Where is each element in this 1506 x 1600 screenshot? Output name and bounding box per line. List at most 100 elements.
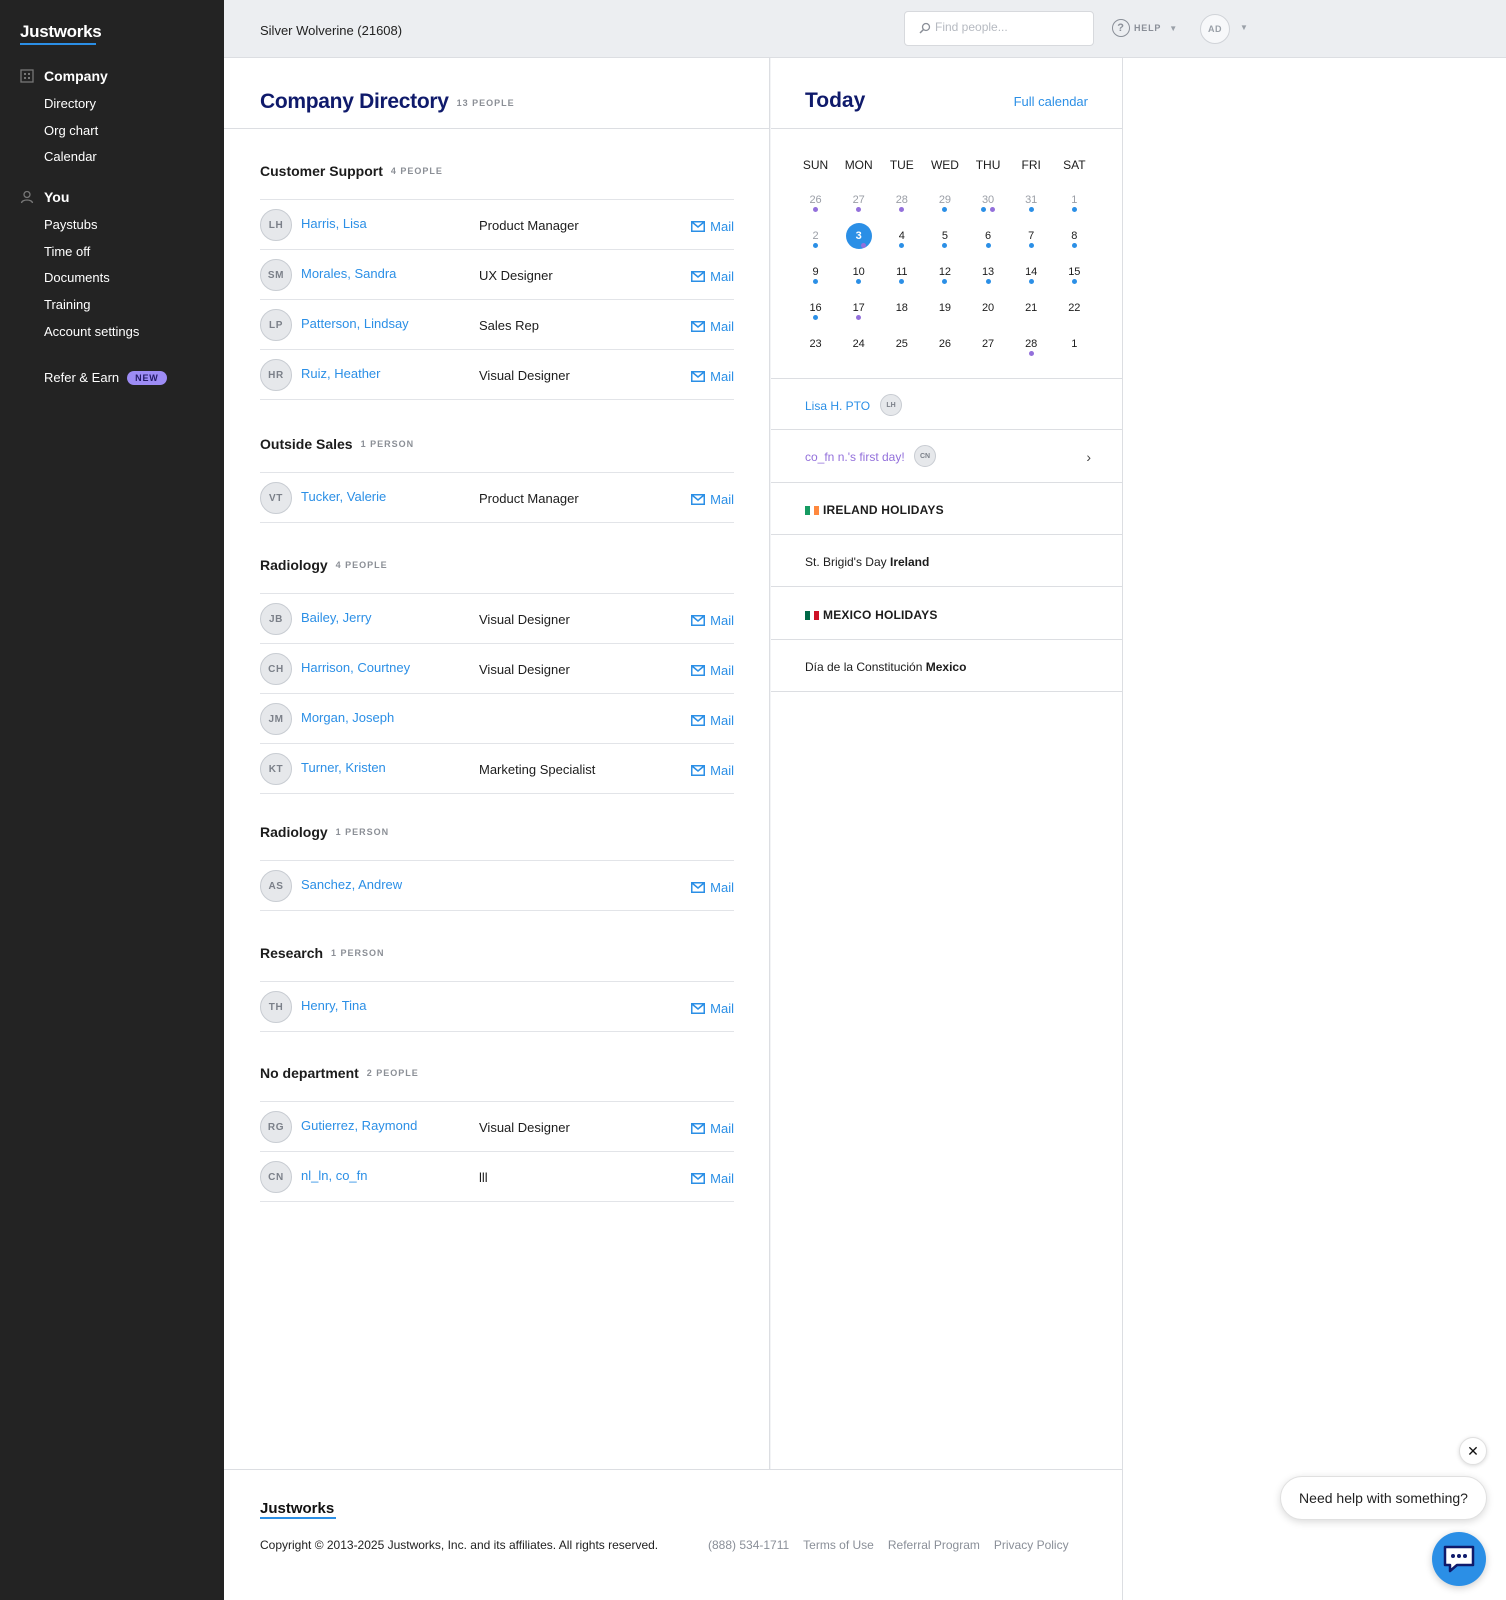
user-avatar[interactable]: AD xyxy=(1200,14,1230,44)
event-dot xyxy=(1028,351,1034,356)
footer-link-privacy[interactable]: Privacy Policy xyxy=(994,1538,1069,1552)
person-name-link[interactable]: Ruiz, Heather xyxy=(301,366,380,381)
sidebar-item-documents[interactable]: Documents xyxy=(44,270,110,285)
person-name-link[interactable]: Gutierrez, Raymond xyxy=(301,1118,417,1133)
calendar-day[interactable]: 24 xyxy=(837,338,880,374)
event-dot xyxy=(1028,279,1034,284)
mail-link[interactable]: Mail xyxy=(691,763,734,778)
sidebar-item-time-off[interactable]: Time off xyxy=(44,244,90,259)
avatar[interactable]: LH xyxy=(260,209,292,241)
mail-link[interactable]: Mail xyxy=(691,219,734,234)
event-dot xyxy=(851,243,857,248)
department-section: Radiology 4 PEOPLE JB Bailey, Jerry Visual D… xyxy=(260,552,734,794)
avatar[interactable]: CH xyxy=(260,653,292,685)
help-menu[interactable]: ? HELP ▼ xyxy=(1112,19,1178,37)
person-name-link[interactable]: Morales, Sandra xyxy=(301,266,396,281)
avatar[interactable]: AS xyxy=(260,870,292,902)
event-dot xyxy=(981,207,987,212)
calendar-day[interactable]: 1 xyxy=(1053,338,1096,374)
sidebar-item-account-settings[interactable]: Account settings xyxy=(44,324,139,339)
mail-label: Mail xyxy=(710,369,734,384)
chat-close-button[interactable]: ✕ xyxy=(1459,1437,1487,1465)
sidebar-item-calendar[interactable]: Calendar xyxy=(44,149,97,164)
sidebar-item-org-chart[interactable]: Org chart xyxy=(44,123,98,138)
event-dots xyxy=(794,315,837,320)
sidebar-item-directory[interactable]: Directory xyxy=(44,96,96,111)
avatar[interactable]: KT xyxy=(260,753,292,785)
mail-label: Mail xyxy=(710,663,734,678)
calendar-day[interactable]: 27 xyxy=(967,338,1010,374)
chat-prompt-bubble[interactable]: Need help with something? xyxy=(1280,1476,1487,1520)
nav-section-company[interactable]: Company xyxy=(20,68,108,84)
department-section: Radiology 1 PERSON AS Sanchez, Andrew Mail xyxy=(260,819,734,911)
person-name-link[interactable]: Harrison, Courtney xyxy=(301,660,410,675)
person-name-link[interactable]: Tucker, Valerie xyxy=(301,489,386,504)
event-dots xyxy=(837,243,880,248)
justworks-logo[interactable]: Justworks xyxy=(20,22,102,45)
avatar[interactable]: RG xyxy=(260,1111,292,1143)
mail-link[interactable]: Mail xyxy=(691,1121,734,1136)
mail-link[interactable]: Mail xyxy=(691,613,734,628)
ireland-header-text: IRELAND HOLIDAYS xyxy=(823,503,944,517)
person-name-link[interactable]: Harris, Lisa xyxy=(301,216,367,231)
mail-label: Mail xyxy=(710,319,734,334)
close-icon: ✕ xyxy=(1467,1442,1479,1459)
event-first-day[interactable]: co_fn n.'s first day! CN › xyxy=(771,430,1123,483)
avatar[interactable]: VT xyxy=(260,482,292,514)
event-avatar: LH xyxy=(880,394,902,416)
avatar[interactable]: SM xyxy=(260,259,292,291)
mail-label: Mail xyxy=(710,269,734,284)
event-dots xyxy=(880,207,923,212)
event-dot xyxy=(942,243,948,248)
page-title: Company Directory 13 PEOPLE xyxy=(260,90,515,114)
person-name-link[interactable]: Henry, Tina xyxy=(301,998,367,1013)
mail-link[interactable]: Mail xyxy=(691,1001,734,1016)
person-name-link[interactable]: Morgan, Joseph xyxy=(301,710,394,725)
avatar[interactable]: LP xyxy=(260,309,292,341)
footer-link-referral[interactable]: Referral Program xyxy=(888,1538,980,1552)
person-name-link[interactable]: nl_ln, co_fn xyxy=(301,1168,368,1183)
calendar-day[interactable]: 23 xyxy=(794,338,837,374)
avatar[interactable]: JB xyxy=(260,603,292,635)
sidebar-item-refer-earn[interactable]: Refer & Earn NEW xyxy=(44,370,167,385)
chat-launcher-button[interactable] xyxy=(1432,1532,1486,1586)
footer-logo[interactable]: Justworks xyxy=(260,1500,336,1519)
person-name-link[interactable]: Sanchez, Andrew xyxy=(301,877,402,892)
mail-link[interactable]: Mail xyxy=(691,663,734,678)
person-title: Sales Rep xyxy=(479,318,539,333)
footer-link-terms[interactable]: Terms of Use xyxy=(803,1538,874,1552)
avatar[interactable]: HR xyxy=(260,359,292,391)
person-name-link[interactable]: Patterson, Lindsay xyxy=(301,316,409,331)
event-dots xyxy=(1010,351,1053,356)
holiday-country: Ireland xyxy=(890,555,930,569)
search-input[interactable] xyxy=(935,20,1085,34)
chevron-right-icon[interactable]: › xyxy=(1086,449,1091,465)
calendar-day[interactable]: 25 xyxy=(880,338,923,374)
mail-link[interactable]: Mail xyxy=(691,269,734,284)
mail-label: Mail xyxy=(710,1001,734,1016)
person-name-link[interactable]: Bailey, Jerry xyxy=(301,610,372,625)
search-box[interactable] xyxy=(904,11,1094,46)
avatar[interactable]: CN xyxy=(260,1161,292,1193)
calendar-day[interactable]: 26 xyxy=(923,338,966,374)
event-dots xyxy=(837,279,880,284)
footer-logo-text: Justworks xyxy=(260,1500,335,1517)
mail-link[interactable]: Mail xyxy=(691,369,734,384)
nav-section-you[interactable]: You xyxy=(20,189,69,205)
avatar[interactable]: JM xyxy=(260,703,292,735)
mail-link[interactable]: Mail xyxy=(691,492,734,507)
avatar[interactable]: TH xyxy=(260,991,292,1023)
full-calendar-link[interactable]: Full calendar xyxy=(1014,94,1088,109)
calendar-day[interactable]: 28 xyxy=(1010,338,1053,374)
sidebar-item-training[interactable]: Training xyxy=(44,297,90,312)
mail-link[interactable]: Mail xyxy=(691,1171,734,1186)
mail-link[interactable]: Mail xyxy=(691,713,734,728)
sidebar-item-paystubs[interactable]: Paystubs xyxy=(44,217,97,232)
chevron-down-icon[interactable]: ▼ xyxy=(1240,23,1248,32)
person-name-link[interactable]: Turner, Kristen xyxy=(301,760,386,775)
event-dot xyxy=(899,207,905,212)
event-pto[interactable]: Lisa H. PTO LH xyxy=(771,379,1123,430)
mail-link[interactable]: Mail xyxy=(691,319,734,334)
event-dot xyxy=(813,243,819,248)
mail-link[interactable]: Mail xyxy=(691,880,734,895)
